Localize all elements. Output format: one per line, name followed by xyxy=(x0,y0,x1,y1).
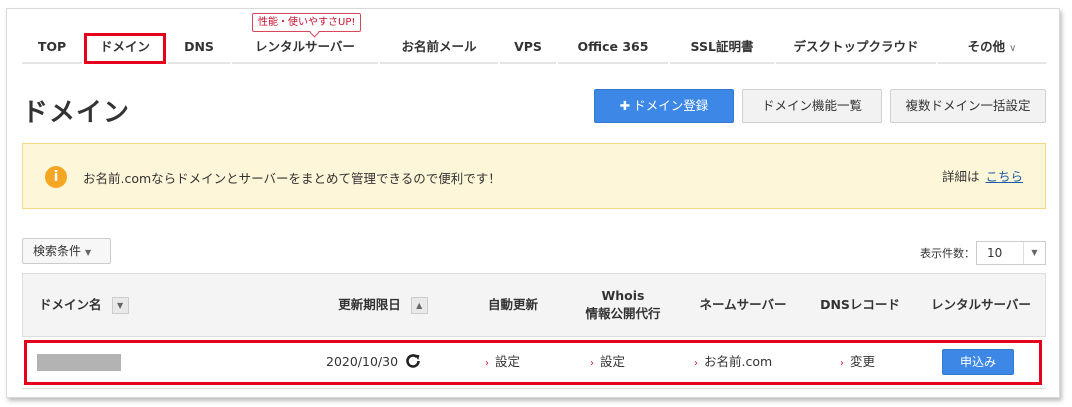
notice-detail-link[interactable]: こちら xyxy=(985,169,1023,184)
notice-text: お名前.comならドメインとサーバーをまとめて管理できるので便利です！ xyxy=(83,171,501,186)
rental-server-apply-button[interactable]: 申込み xyxy=(942,349,1014,375)
sort-down-icon[interactable]: ▼ xyxy=(111,296,129,314)
chevron-right-icon: › xyxy=(840,358,844,369)
row-auto-renew-link: 設定 xyxy=(495,354,521,369)
page-title: ドメイン xyxy=(22,98,131,128)
nav-item-rental-server[interactable]: レンタルサーバー xyxy=(232,33,378,64)
rental-server-badge: 性能・使いやすさUP! xyxy=(252,13,362,32)
th-auto-renew: 自動更新 xyxy=(487,297,538,312)
nav-item-other[interactable]: その他 ∨ xyxy=(938,33,1046,64)
info-icon: i xyxy=(45,166,67,188)
table-header: ドメイン名 ▼ 更新期限日 ▲ 自動更新 Whois 情報公開代行 ネームサーバー D… xyxy=(22,273,1046,337)
nav-item-onamae-mail[interactable]: お名前メール xyxy=(380,33,498,64)
nav-item-dns[interactable]: DNS xyxy=(168,33,230,64)
chevron-down-icon: ∨ xyxy=(1009,43,1017,54)
nav-item-other-label: その他 xyxy=(967,39,1006,54)
th-rental-server: レンタルサーバー xyxy=(931,297,1031,312)
sort-up-icon[interactable]: ▲ xyxy=(410,296,428,314)
table-row: 2020/10/30 › 設定 › 設定 › お名前.com › 変更 申込み xyxy=(22,337,1046,389)
th-domain-label: ドメイン名 xyxy=(39,297,102,312)
row-expiry-date: 2020/10/30 xyxy=(326,354,399,369)
caret-down-icon: ▼ xyxy=(85,248,92,257)
th-whois-line1: Whois xyxy=(601,288,645,303)
display-count-value: 10 xyxy=(987,246,1003,260)
plus-icon: ✚ xyxy=(619,98,631,113)
row-whois-link: 設定 xyxy=(600,354,626,369)
nav-item-vps[interactable]: VPS xyxy=(500,33,556,64)
top-nav: TOP ドメイン DNS レンタルサーバー お名前メール VPS Office … xyxy=(22,33,1046,67)
nav-item-office365[interactable]: Office 365 xyxy=(558,33,668,64)
notice-detail-label: 詳細は xyxy=(941,169,980,184)
search-conditions-label: 検索条件 xyxy=(33,244,82,258)
row-dns-record[interactable]: › 変更 xyxy=(840,337,875,387)
th-whois-line2: 情報公開代行 xyxy=(585,306,661,321)
display-count-select[interactable]: 10 ▼ xyxy=(976,241,1046,265)
chevron-right-icon: › xyxy=(590,358,594,369)
notice-detail: 詳細は こちら xyxy=(942,166,1023,185)
th-whois: Whois 情報公開代行 xyxy=(563,274,683,336)
search-conditions-button[interactable]: 検索条件 ▼ xyxy=(22,238,111,264)
row-whois[interactable]: › 設定 xyxy=(590,337,625,387)
row-auto-renew[interactable]: › 設定 xyxy=(485,337,520,387)
chevron-right-icon: › xyxy=(485,358,489,369)
row-dns-record-link: 変更 xyxy=(850,354,876,369)
row-nameserver[interactable]: › お名前.com xyxy=(694,337,772,387)
th-domain: ドメイン名 ▼ xyxy=(23,274,273,336)
masked-domain-name xyxy=(37,354,121,371)
bulk-settings-button[interactable]: 複数ドメイン一括設定 xyxy=(890,89,1046,123)
info-notice: i お名前.comならドメインとサーバーをまとめて管理できるので便利です！ 詳細… xyxy=(22,143,1046,209)
nav-item-desktop-cloud[interactable]: デスクトップクラウド xyxy=(776,33,936,64)
th-expiry: 更新期限日 ▲ xyxy=(313,274,453,336)
row-nameserver-link: お名前.com xyxy=(704,354,773,369)
domain-features-button[interactable]: ドメイン機能一覧 xyxy=(742,89,882,123)
nav-item-ssl[interactable]: SSL証明書 xyxy=(670,33,774,64)
domain-register-label: ドメイン登録 xyxy=(633,98,709,113)
row-expiry: 2020/10/30 xyxy=(326,337,422,387)
refresh-icon[interactable] xyxy=(404,352,422,370)
chevron-right-icon: › xyxy=(694,358,698,369)
th-dns-record: DNSレコード xyxy=(820,297,900,312)
nav-item-top[interactable]: TOP xyxy=(22,33,82,64)
caret-down-icon: ▼ xyxy=(1023,242,1045,264)
th-expiry-label: 更新期限日 xyxy=(338,297,401,312)
nav-item-domain[interactable]: ドメイン xyxy=(84,33,166,64)
display-count-label: 表示件数： xyxy=(920,247,975,260)
th-nameserver: ネームサーバー xyxy=(699,297,787,312)
domain-register-button[interactable]: ✚ ドメイン登録 xyxy=(594,89,734,123)
